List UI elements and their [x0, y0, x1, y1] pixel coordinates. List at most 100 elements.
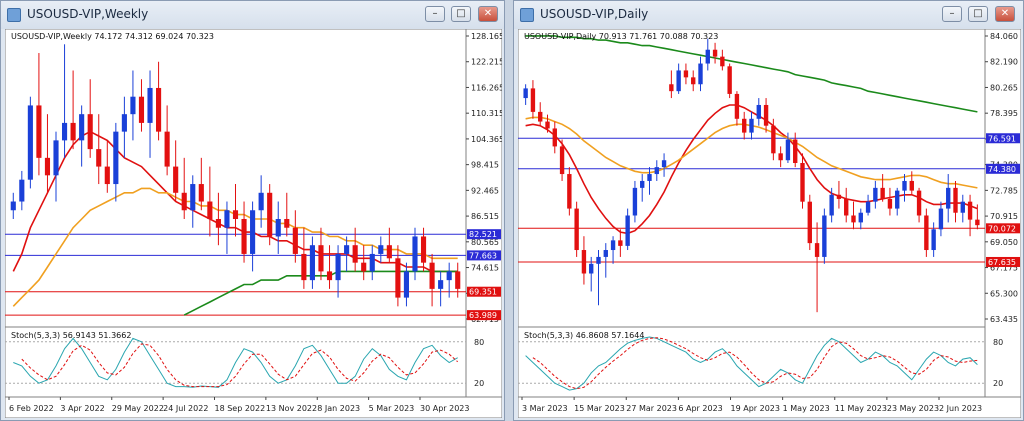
candle-body [87, 114, 93, 150]
candle-body [523, 88, 528, 99]
candle-body [938, 208, 944, 230]
price-axis-label: 69.050 [990, 238, 1018, 247]
candle-body [455, 271, 461, 289]
candle-body [640, 180, 645, 188]
price-axis-label: 104.365 [471, 135, 502, 144]
time-axis-label: 19 Apr 2023 [731, 404, 780, 413]
candle-body [953, 187, 958, 213]
candle-body [284, 218, 290, 228]
price-axis-label: 72.785 [990, 186, 1018, 195]
candle-body [946, 187, 951, 209]
candle-body [807, 201, 812, 244]
candle-body [559, 146, 565, 175]
stoch-header: Stoch(5,3,3) 46.8608 57.1644 [524, 331, 644, 340]
time-axis-label: 15 Mar 2023 [574, 404, 625, 413]
window-title-bar[interactable]: USOUSD-VIP,Weekly – □ ✕ [1, 1, 504, 29]
time-axis-label: 18 Sep 2022 [215, 404, 266, 413]
candle-body [420, 236, 427, 263]
candle-body [275, 218, 281, 237]
candle-body [318, 245, 324, 272]
candle-body [851, 215, 856, 223]
candle-body [975, 219, 980, 226]
price-chart[interactable]: 84.06082.19080.26578.39576.47074.38072.7… [518, 29, 1021, 418]
candle-body [865, 201, 871, 213]
time-axis-label: 3 Apr 2022 [60, 404, 104, 413]
candle-body [232, 210, 239, 219]
minimize-button[interactable]: – [425, 6, 445, 22]
candle-body [705, 49, 710, 64]
candle-body [36, 105, 42, 158]
stoch-axis-label: 20 [993, 379, 1003, 388]
candle-body [596, 256, 601, 264]
minimize-button[interactable]: – [942, 6, 962, 22]
price-chart[interactable]: 128.165 122.215 116.265 110.315 104.365 98.41… [5, 29, 502, 418]
candle-body [603, 250, 608, 257]
candle-body [887, 198, 893, 209]
candle-body [258, 192, 264, 211]
candle-body [130, 96, 136, 115]
chart-header: USOUSD-VIP,Weekly 74.172 74.312 69.024 7… [11, 32, 214, 41]
stoch-axis-label: 80 [474, 338, 484, 347]
candle-body [190, 184, 196, 211]
stoch-header: Stoch(5,3,3) 56.9143 51.3662 [11, 331, 131, 340]
price-axis-label: 98.415 [471, 161, 499, 170]
price-axis-label: 122.215 [471, 58, 502, 67]
close-button[interactable]: ✕ [478, 6, 498, 22]
candle-body [335, 253, 341, 281]
candle-body [19, 179, 25, 202]
candle-body [924, 215, 929, 251]
daily-chart-window[interactable]: USOUSD-VIP,Daily – □ ✕ 84.060 82.190 80.26… [513, 0, 1024, 421]
price-axis-label: 70.915 [990, 212, 1018, 221]
price-axis-label: 86.515 [471, 212, 499, 221]
level-price-label: 76.591 [988, 134, 1016, 143]
price-axis-label: 80.265 [990, 83, 1018, 92]
time-axis-label: 24 Jul 2022 [163, 404, 208, 413]
price-axis-label: 63.435 [990, 315, 1018, 324]
candle-body [121, 114, 127, 132]
time-axis-label: 2 Jun 2023 [939, 404, 982, 413]
maximize-button[interactable]: □ [451, 6, 471, 22]
candle-body [610, 240, 616, 251]
candle-body [698, 63, 703, 85]
candle-body [800, 162, 805, 202]
candle-body [250, 210, 256, 254]
time-axis-label: 23 May 2023 [887, 404, 939, 413]
candle-body [749, 118, 754, 133]
candle-body [369, 253, 375, 272]
maximize-button[interactable]: □ [968, 6, 988, 22]
candle-body [104, 166, 110, 185]
candle-body [44, 157, 51, 176]
time-axis-label: 30 Apr 2023 [420, 404, 469, 413]
close-button[interactable]: ✕ [995, 6, 1015, 22]
window-title-bar[interactable]: USOUSD-VIP,Daily – □ ✕ [514, 1, 1023, 29]
candle-body [836, 194, 842, 199]
candle-body [70, 122, 76, 141]
price-axis-label: 65.300 [990, 289, 1018, 298]
stoch-axis-label: 80 [993, 338, 1003, 347]
candle-body [676, 70, 681, 92]
candle-body [829, 194, 834, 216]
weekly-chart-window[interactable]: USOUSD-VIP,Weekly – □ ✕ 128.165 122.215 11… [0, 0, 505, 421]
candle-body [344, 245, 350, 254]
candle-body [858, 212, 863, 223]
candle-body [880, 187, 885, 199]
time-axis-label: 27 Mar 2023 [626, 404, 677, 413]
candle-body [538, 111, 543, 122]
candle-body [654, 167, 659, 175]
candle-body [181, 192, 187, 211]
candle-body [742, 118, 747, 133]
chart-header: USOUSD-VIP,Daily 70.913 71.761 70.088 70… [524, 32, 718, 41]
candle-body [720, 56, 725, 67]
candle-body [661, 160, 667, 168]
candle-body [771, 125, 776, 154]
candle-body [931, 229, 936, 251]
candle-body [574, 208, 579, 251]
price-axis-label: 110.315 [471, 109, 502, 118]
candle-body [378, 245, 384, 254]
candle-body [712, 49, 718, 57]
level-price-label: 74.380 [988, 165, 1016, 174]
time-axis-label: 11 May 2023 [835, 404, 887, 413]
candle-body [10, 201, 16, 211]
candle-body [785, 139, 791, 161]
candle-body [429, 262, 435, 289]
